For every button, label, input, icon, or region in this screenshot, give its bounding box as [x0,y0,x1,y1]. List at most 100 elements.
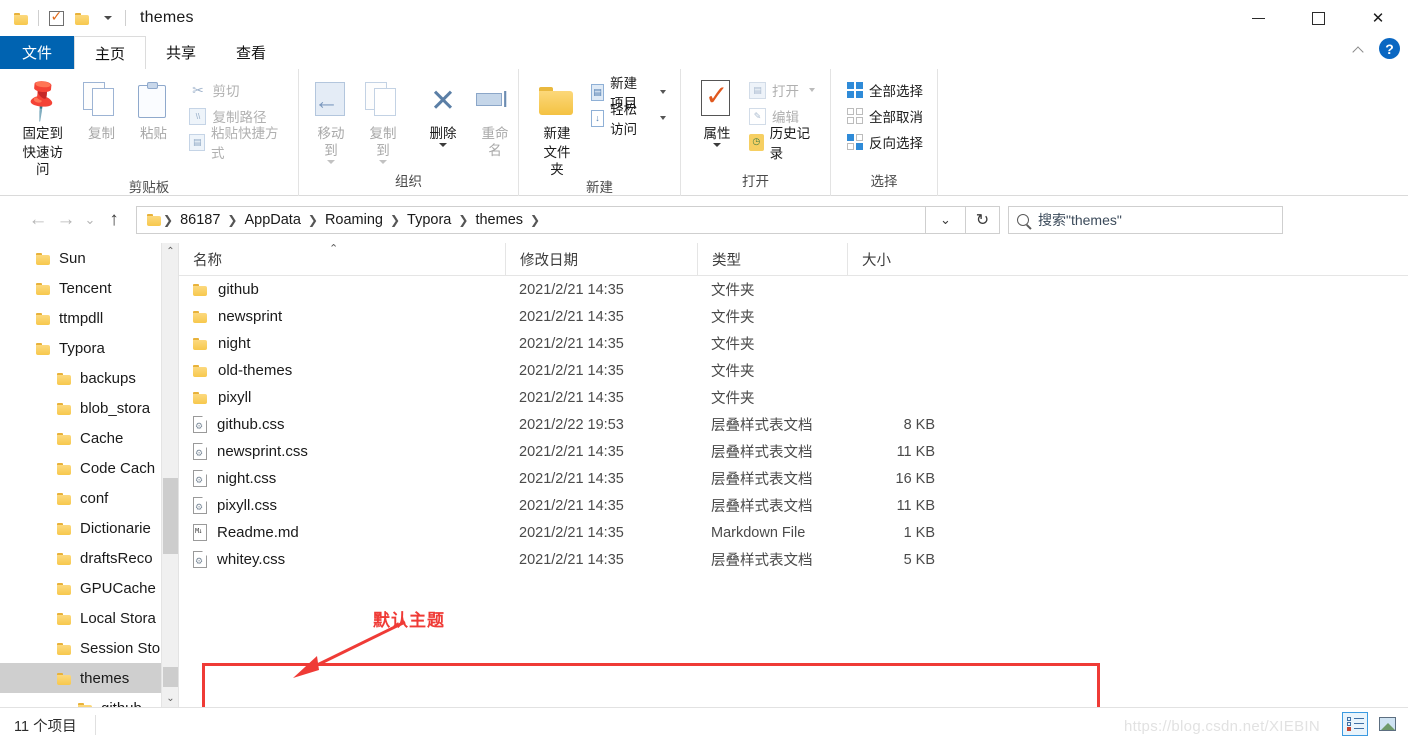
maximize-button[interactable] [1288,0,1348,36]
tree-item[interactable]: Code Cach [0,453,178,483]
tree-item[interactable]: github [0,693,178,707]
tab-share[interactable]: 共享 [146,36,216,69]
chevron-up-icon[interactable] [1353,43,1365,55]
large-icons-view-button[interactable] [1374,712,1400,736]
file-name-label: old-themes [218,362,293,379]
scrollbar-thumb-secondary[interactable] [163,667,178,687]
easy-access-button[interactable]: ↓ 轻松访问 [587,102,670,137]
maximize-icon [1311,11,1325,25]
file-type-cell: 文件夹 [711,337,755,353]
breadcrumb-separator[interactable]: ❯ [307,213,319,227]
table-row[interactable]: old-themes 2021/2/21 14:35 文件夹 [179,357,1408,384]
new-folder-button[interactable]: 新建 文件夹 [531,75,583,180]
scroll-down-button[interactable]: ⌄ [162,690,178,707]
tab-home[interactable]: 主页 [74,36,147,69]
paste-shortcut-button[interactable]: ▤ 粘贴快捷方式 [185,126,288,161]
search-input[interactable]: 搜索"themes" [1008,205,1283,234]
table-row[interactable]: pixyll 2021/2/21 14:35 文件夹 [179,384,1408,411]
qat-customize-button[interactable] [95,5,121,31]
tab-view[interactable]: 查看 [216,36,286,69]
folder-icon [57,402,72,415]
properties-button[interactable]: ✓ 属性 [691,75,743,149]
table-row[interactable]: M↓ Readme.md 2021/2/21 14:35 Markdown File 1… [179,519,1408,546]
open-button[interactable]: ▤ 打开 [745,77,820,103]
tree-item[interactable]: Session Sto [0,633,178,663]
scroll-up-button[interactable]: ⌃ [162,243,178,260]
paste-button[interactable]: 粘贴 [127,75,179,144]
table-row[interactable]: github 2021/2/21 14:35 文件夹 [179,276,1408,303]
tree-item[interactable]: Typora [0,333,178,363]
breadcrumb-item-4[interactable]: themes [469,207,529,233]
column-header-name-label: 名称 [193,252,222,269]
file-name-cell: ⚙ github.css [179,416,505,433]
breadcrumb-separator[interactable]: ❯ [529,213,541,227]
rename-button[interactable]: I 重命名 [469,75,521,161]
column-header-type[interactable]: 类型 [697,242,847,276]
breadcrumb-separator[interactable]: ❯ [457,213,469,227]
address-dropdown-button[interactable]: ⌄ [926,205,966,234]
qat-new-folder-button[interactable] [69,5,95,31]
tree-item[interactable]: Local Stora [0,603,178,633]
refresh-button[interactable]: ↻ [966,205,1000,234]
breadcrumb[interactable]: ❯ 86187 ❯ AppData ❯ Roaming ❯ Typora ❯ t… [136,205,926,234]
breadcrumb-separator[interactable]: ❯ [226,213,238,227]
column-header-name[interactable]: 名称 ⌃ [179,243,505,276]
breadcrumb-item-0[interactable]: 86187 [174,207,226,233]
details-view-button[interactable] [1342,712,1368,736]
tree-scrollbar[interactable]: ⌃ ⌄ [161,243,178,707]
tree-item[interactable]: Cache [0,423,178,453]
select-all-button[interactable]: 全部选择 [843,77,927,103]
delete-button[interactable]: ✕ 删除 [417,75,469,149]
divider [38,10,39,26]
cut-button[interactable]: ✂ 剪切 [185,77,288,103]
breadcrumb-separator[interactable]: ❯ [389,213,401,227]
forward-button[interactable]: → [52,206,80,234]
tree-item[interactable]: draftsReco [0,543,178,573]
table-row[interactable]: ⚙ newsprint.css 2021/2/21 14:35 层叠样式表文档 11 K… [179,438,1408,465]
table-row[interactable]: ⚙ whitey.css 2021/2/21 14:35 层叠样式表文档 5 KB [179,546,1408,573]
help-button[interactable]: ? [1379,38,1400,59]
new-small-buttons: ▤ 新建项目 ↓ 轻松访问 [587,75,670,137]
breadcrumb-item-3[interactable]: Typora [401,207,457,233]
watermark: https://blog.csdn.net/XIEBIN [1123,718,1320,735]
column-header-size[interactable]: 大小 [847,242,945,276]
gear-icon: ⚙ [195,475,204,485]
navigation-tree[interactable]: Sun Tencent ttmpdll Typora backups blob_stora… [0,243,178,707]
tree-item[interactable]: themes [0,663,178,693]
breadcrumb-item-2[interactable]: Roaming [319,207,389,233]
table-row[interactable]: ⚙ github.css 2021/2/22 19:53 层叠样式表文档 8 KB [179,411,1408,438]
select-none-button[interactable]: 全部取消 [843,103,927,129]
tree-item[interactable]: backups [0,363,178,393]
tree-item[interactable]: ttmpdll [0,303,178,333]
pin-to-quick-access-button[interactable]: 📌 固定到 快速访问 [10,75,75,180]
qat-properties-button[interactable] [43,5,69,31]
pin-label-1: 固定到 [22,126,63,141]
tree-item[interactable]: conf [0,483,178,513]
invert-selection-button[interactable]: 反向选择 [843,129,927,155]
table-row[interactable]: night 2021/2/21 14:35 文件夹 [179,330,1408,357]
system-menu-folder-icon[interactable] [8,5,34,31]
tree-item[interactable]: Dictionarie [0,513,178,543]
recent-locations-button[interactable]: ⌄ [80,206,100,234]
column-header-date[interactable]: 修改日期 [505,242,697,276]
rename-label: 重命名 [481,126,509,158]
table-row[interactable]: ⚙ pixyll.css 2021/2/21 14:35 层叠样式表文档 11 KB [179,492,1408,519]
tree-item[interactable]: GPUCache [0,573,178,603]
scrollbar-thumb[interactable] [163,478,178,554]
table-row[interactable]: newsprint 2021/2/21 14:35 文件夹 [179,303,1408,330]
back-button[interactable]: ← [24,206,52,234]
tab-file[interactable]: 文件 [0,36,75,69]
close-button[interactable]: ✕ [1348,0,1408,36]
copy-button[interactable]: 复制 [75,75,127,144]
status-bar: 11 个项目 https://blog.csdn.net/XIEBIN [0,707,1408,742]
table-row[interactable]: ⚙ night.css 2021/2/21 14:35 层叠样式表文档 16 KB [179,465,1408,492]
history-button[interactable]: ◷ 历史记录 [745,126,820,161]
up-button[interactable]: ↑ [100,206,128,234]
tree-item[interactable]: Sun [0,243,178,273]
breadcrumb-item-1[interactable]: AppData [238,207,306,233]
tree-item[interactable]: blob_stora [0,393,178,423]
minimize-button[interactable] [1228,0,1288,36]
move-to-button[interactable]: ← 移动到 [305,75,357,166]
tree-item[interactable]: Tencent [0,273,178,303]
copy-to-button[interactable]: 复制到 [357,75,409,166]
